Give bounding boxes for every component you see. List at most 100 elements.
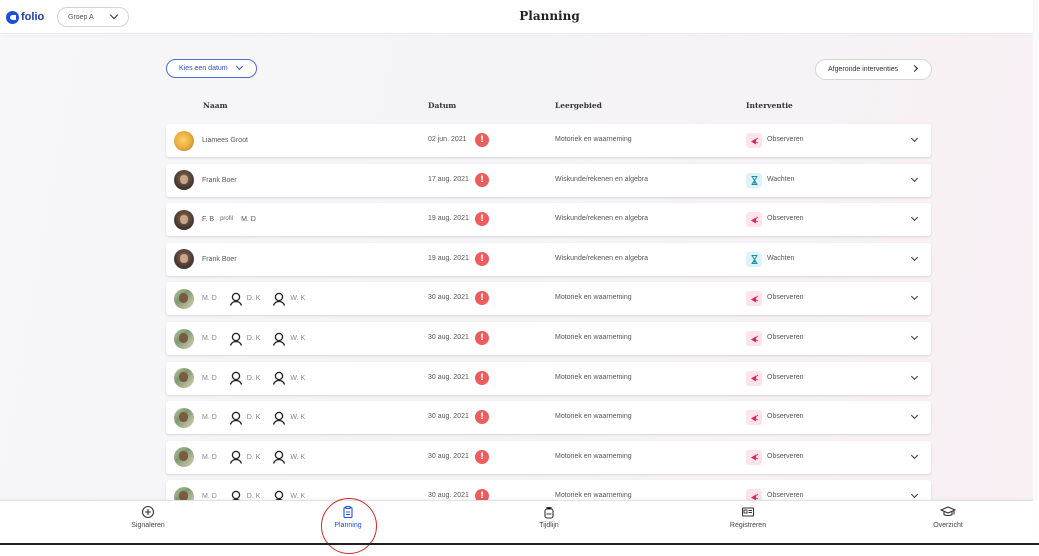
row-intervention: Observeren (767, 215, 804, 223)
row-intervention: Observeren (767, 452, 804, 460)
warning-icon: ! (475, 291, 489, 306)
warning-icon: ! (475, 331, 489, 345)
chevron-down-icon[interactable] (910, 451, 919, 459)
warning-icon: ! (475, 251, 489, 266)
student-initials: W. K (290, 374, 306, 382)
date-picker-label: Kies een datum (179, 65, 228, 72)
person-icon (229, 411, 243, 425)
avatar (174, 249, 194, 270)
broken-image-alt: profil (220, 216, 234, 223)
bottom-navigation: Signaleren Planning Tijdlijn Registreren… (0, 500, 1033, 543)
column-header-area: Leergebied (555, 101, 602, 110)
person-icon (272, 292, 286, 306)
warning-icon: ! (475, 449, 489, 464)
warning-icon: ! (475, 133, 489, 147)
chevron-down-icon[interactable] (910, 253, 919, 261)
nav-overzicht[interactable]: Overzicht (908, 505, 988, 529)
completed-interventions-label: Afgeronde interventies (828, 66, 899, 73)
row-intervention: Wachten (767, 254, 795, 262)
row-students: Frank Boer (174, 164, 237, 197)
completed-interventions-button[interactable]: Afgeronde interventies (815, 59, 932, 80)
table-row[interactable]: Frank Boer 17 aug. 2021! Wiskunde/rekenen … (166, 163, 931, 197)
row-intervention: Observeren (767, 136, 804, 143)
table-row[interactable]: M. D D. K W. K 30 aug. 2021! Motoriek en waa… (166, 401, 931, 435)
avatar (174, 288, 194, 309)
person-icon (272, 332, 286, 346)
table-row[interactable]: Frank Boer 19 aug. 2021! Wiskunde/rekenen … (166, 242, 931, 276)
student-initials: W. K (290, 493, 306, 500)
student-name: F. B (202, 216, 215, 224)
student-initials: D. K (246, 335, 261, 342)
chevron-down-icon[interactable] (910, 332, 919, 341)
student-name: M. D (202, 414, 217, 422)
nav-tijdlijn[interactable]: Tijdlijn (509, 505, 589, 529)
student-name: M. D (202, 453, 217, 461)
student-name: Frank Boer (202, 176, 237, 184)
chevron-down-icon[interactable] (910, 293, 919, 301)
row-students: F. B profil M. D (174, 203, 256, 236)
table-row[interactable]: M. D D. K W. K 30 aug. 2021! Motoriek en waa… (166, 440, 931, 474)
student-initials: W. K (290, 414, 306, 422)
table-row[interactable]: M. D D. K W. K 30 aug. 2021! Motoriek en waa… (166, 480, 931, 500)
row-students: M. D D. K W. K (174, 322, 305, 355)
row-intervention: Observeren (767, 413, 804, 421)
person-icon (229, 490, 243, 500)
avatar (174, 486, 194, 500)
chevron-down-icon[interactable] (910, 134, 919, 143)
row-date: 02 jun. 2021 (428, 136, 467, 143)
student-initials: W. K (290, 335, 306, 342)
student-name: M. D (202, 493, 217, 500)
chevron-down-icon[interactable] (910, 491, 919, 499)
warning-icon: ! (475, 489, 489, 500)
table-row[interactable]: F. B profil M. D 19 aug. 2021! Wiskunde/reke… (166, 203, 931, 237)
hourglass-icon (746, 251, 762, 267)
row-students: M. D D. K W. K (174, 441, 305, 474)
megaphone-icon (746, 449, 762, 465)
row-learning-area: Motoriek en waarneming (555, 136, 632, 143)
table-row[interactable]: M. D D. K W. K 30 aug. 2021! Motoriek en waa… (166, 361, 931, 395)
nav-signaleren[interactable]: Signaleren (108, 505, 188, 529)
student-name: M. D (202, 295, 217, 303)
row-learning-area: Wiskunde/rekenen en algebra (555, 215, 649, 223)
row-learning-area: Motoriek en waarneming (555, 452, 632, 460)
student-initials: W. K (290, 295, 306, 303)
chevron-down-icon[interactable] (910, 174, 919, 182)
student-initials: D. K (246, 414, 261, 422)
student-name: Frank Boer (202, 255, 237, 263)
row-intervention: Observeren (767, 334, 804, 341)
warning-icon: ! (475, 212, 489, 227)
nav-planning[interactable]: Planning (308, 505, 388, 529)
avatar (174, 407, 194, 428)
row-students: Frank Boer (174, 243, 237, 276)
row-learning-area: Wiskunde/rekenen en algebra (555, 254, 649, 262)
avatar (174, 130, 194, 151)
row-students: M. D D. K W. K (174, 282, 305, 315)
warning-icon: ! (475, 410, 489, 425)
student-initials: D. K (246, 295, 261, 303)
table-row[interactable]: M. D D. K W. K 30 aug. 2021! Motoriek en waa… (166, 322, 931, 355)
row-students: Liamees Groot (174, 124, 248, 157)
student-initials: D. K (246, 374, 261, 382)
row-students: M. D D. K W. K (174, 480, 305, 500)
scrollbar[interactable] (1033, 0, 1039, 500)
person-icon (272, 490, 286, 500)
table-row[interactable]: M. D D. K W. K 30 aug. 2021! Motoriek en waa… (166, 282, 931, 316)
row-date: 19 aug. 2021 (428, 215, 469, 223)
student-name: M. D (202, 374, 217, 382)
row-intervention: Wachten (767, 175, 795, 183)
student-name: M. D (241, 216, 256, 224)
person-icon (229, 371, 243, 385)
chevron-down-icon[interactable] (910, 214, 919, 222)
chevron-down-icon[interactable] (910, 412, 919, 420)
nav-label: Registreren (729, 522, 767, 529)
date-picker-button[interactable]: Kies een datum (166, 59, 257, 78)
warning-icon: ! (475, 172, 489, 187)
person-icon (229, 332, 243, 346)
student-initials: D. K (246, 453, 261, 461)
nav-registreren[interactable]: Registreren (708, 505, 788, 529)
nav-label: Overzicht (933, 522, 963, 529)
table-row[interactable]: Liamees Groot 02 jun. 2021! Motoriek en wa… (166, 124, 931, 157)
warning-icon: ! (475, 370, 489, 385)
student-name: M. D (202, 335, 217, 342)
chevron-down-icon[interactable] (910, 372, 919, 380)
